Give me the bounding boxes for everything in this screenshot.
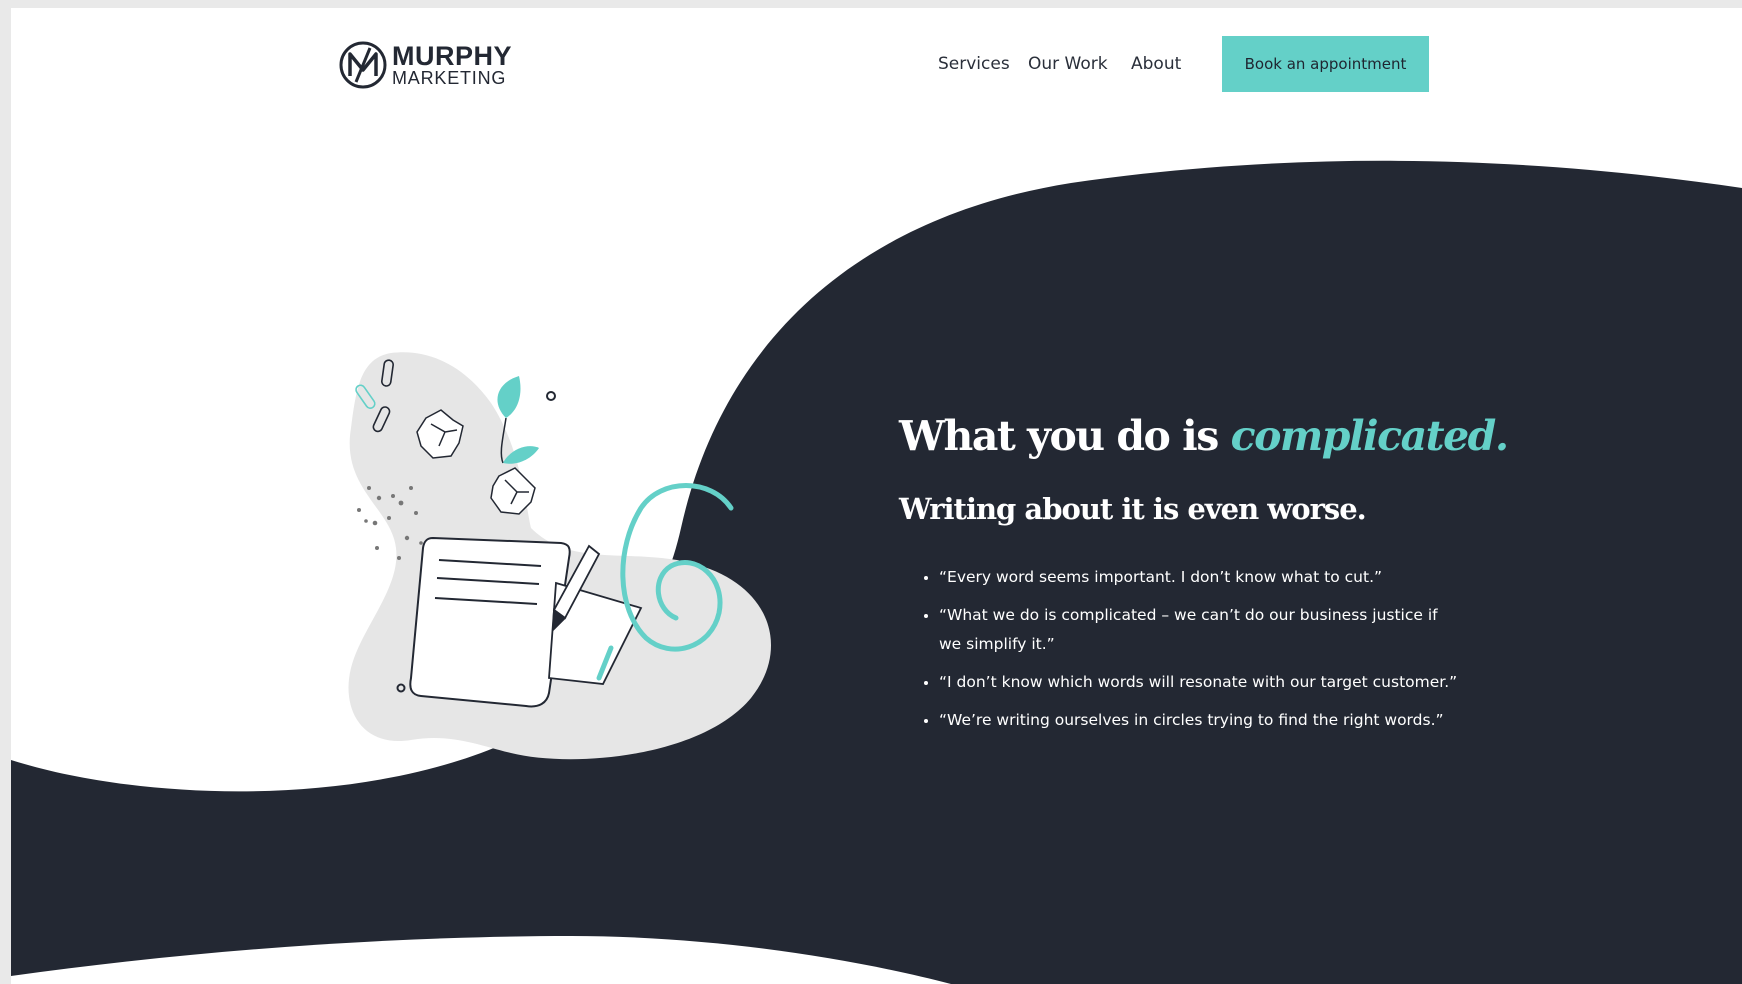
- notepad-pencil-illustration: [355, 359, 734, 708]
- paperclip-icon: [372, 406, 391, 433]
- hero-headline: What you do is complicated.: [899, 412, 1510, 460]
- nav-link-services[interactable]: Services: [938, 54, 1010, 74]
- headline-accent: complicated.: [1230, 412, 1510, 460]
- quote-item: “I don’t know which words will resonate …: [939, 668, 1459, 697]
- nav-link-our-work[interactable]: Our Work: [1028, 54, 1108, 74]
- headline-lead: What you do is: [899, 412, 1231, 460]
- nav-link-about[interactable]: About: [1131, 54, 1181, 74]
- quote-item: “We’re writing ourselves in circles tryi…: [939, 706, 1459, 735]
- dark-wave-shape: [11, 160, 1742, 984]
- brand-wordmark: MURPHY MARKETING: [392, 41, 513, 88]
- paperclip-icon: [355, 384, 376, 409]
- paperclip-icon: [381, 359, 394, 387]
- brand-logo[interactable]: MURPHY MARKETING: [338, 37, 518, 93]
- crumpled-paper-icon: [416, 409, 464, 459]
- book-appointment-button[interactable]: Book an appointment: [1222, 36, 1429, 92]
- swirl-icon: [620, 483, 734, 652]
- quote-item: “What we do is complicated – we can’t do…: [939, 601, 1459, 659]
- crumpled-paper-icon: [490, 467, 536, 515]
- customer-quotes-list: “Every word seems important. I don’t kno…: [919, 563, 1459, 744]
- quote-item: “Every word seems important. I don’t kno…: [939, 563, 1459, 592]
- brand-name-line1: MURPHY: [392, 41, 513, 71]
- page: MURPHY MARKETING Services Our Work About…: [11, 8, 1742, 984]
- brand-name-line2: MARKETING: [392, 68, 507, 88]
- leaf-icon: [503, 446, 539, 464]
- hero-background: [11, 160, 1742, 984]
- hero-subheadline: Writing about it is even worse.: [899, 492, 1367, 526]
- leaf-icon: [497, 376, 521, 418]
- m-monogram-icon: [339, 41, 387, 89]
